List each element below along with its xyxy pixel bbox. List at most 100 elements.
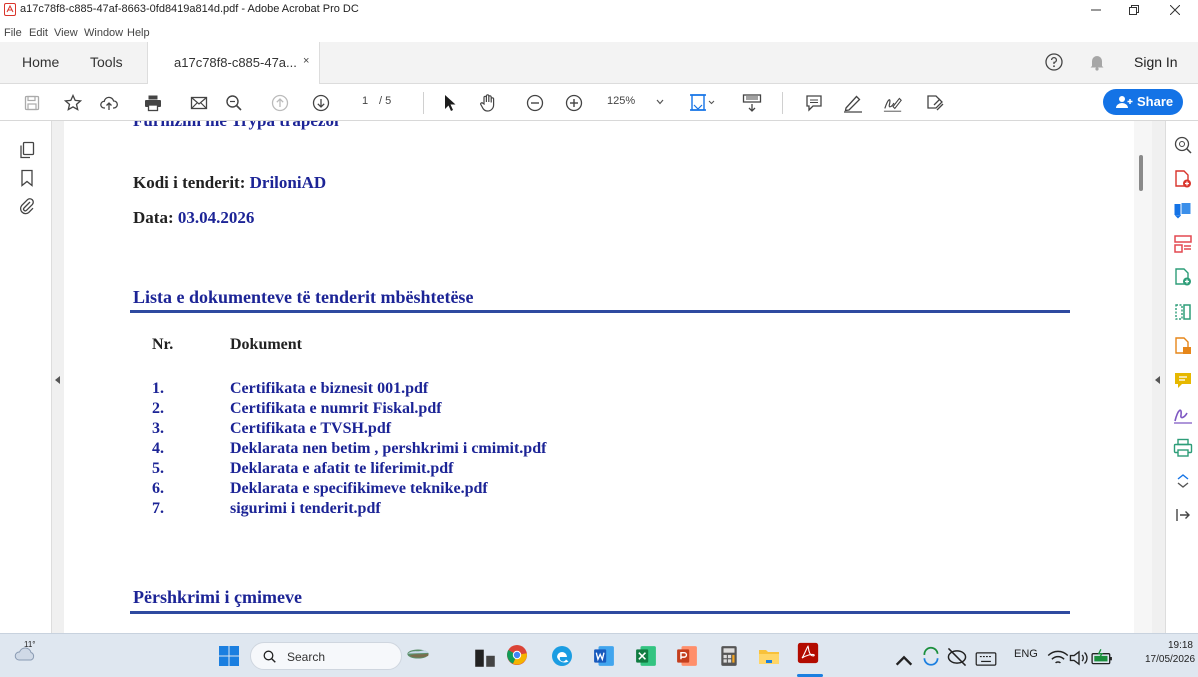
- upload-button[interactable]: [99, 93, 119, 113]
- create-pdf-icon[interactable]: [1173, 169, 1193, 189]
- section-rule: [130, 611, 1070, 614]
- share-button-label: Share: [1137, 94, 1174, 109]
- comment-button[interactable]: [804, 93, 824, 113]
- excel-icon[interactable]: [635, 645, 657, 667]
- zoom-in-button[interactable]: [564, 93, 584, 113]
- title-bar: a17c78f8-c885-47af-8663-0fd8419a814d.pdf…: [0, 0, 1198, 20]
- menu-file[interactable]: File: [4, 27, 22, 39]
- acrobat-taskbar-icon[interactable]: [797, 642, 819, 664]
- item-filename: Certifikata e TVSH.pdf: [230, 420, 392, 437]
- send-for-signature-icon[interactable]: [1173, 336, 1193, 356]
- menu-window[interactable]: Window: [84, 27, 123, 39]
- menu-edit[interactable]: Edit: [29, 27, 48, 39]
- help-icon[interactable]: [1045, 53, 1063, 71]
- item-number: 7.: [152, 500, 164, 517]
- print-production-icon[interactable]: [1173, 438, 1193, 458]
- print-button[interactable]: [143, 93, 163, 113]
- volume-icon[interactable]: [1068, 647, 1090, 669]
- notification-bell-icon[interactable]: [1089, 54, 1105, 71]
- system-clock[interactable]: 19:18 17/05/2026: [1145, 639, 1195, 667]
- export-pdf-icon[interactable]: [1173, 201, 1193, 221]
- zoom-out-button[interactable]: [525, 93, 545, 113]
- calculator-icon[interactable]: [718, 645, 740, 667]
- document-viewport[interactable]: Furnizim me Trypa trapezoi Kodi i tender…: [64, 121, 1154, 633]
- tab-home[interactable]: Home: [22, 54, 59, 70]
- sign-in-link[interactable]: Sign In: [1134, 54, 1178, 70]
- arrow-down-circle-icon: [312, 94, 330, 112]
- bookmark-icon[interactable]: [18, 169, 36, 187]
- save-button[interactable]: [22, 93, 42, 113]
- page-number-input[interactable]: 1: [362, 95, 368, 107]
- taskbar-search[interactable]: Search: [250, 642, 402, 670]
- window-title: a17c78f8-c885-47af-8663-0fd8419a814d.pdf…: [20, 3, 359, 15]
- tab-tools[interactable]: Tools: [90, 54, 123, 70]
- file-explorer-icon[interactable]: [758, 645, 780, 667]
- edge-icon[interactable]: [551, 645, 573, 667]
- focus-assist-icon[interactable]: [946, 646, 968, 668]
- pen-icon: [844, 95, 862, 113]
- email-button[interactable]: [189, 93, 209, 113]
- menu-view[interactable]: View: [54, 27, 78, 39]
- keyboard-icon[interactable]: [975, 648, 997, 670]
- wifi-icon[interactable]: [1047, 647, 1069, 669]
- hand-tool-button[interactable]: [478, 93, 498, 113]
- column-header-nr: Nr.: [152, 336, 174, 353]
- windows-start-icon[interactable]: [218, 645, 240, 667]
- close-window-button[interactable]: [1155, 0, 1195, 20]
- acrobat-app-icon: [4, 3, 16, 16]
- caret-left-icon: [55, 376, 60, 384]
- fill-sign-button[interactable]: [883, 93, 903, 113]
- select-tool-button[interactable]: [440, 93, 460, 113]
- toolbar-divider: [423, 92, 424, 114]
- vertical-scrollbar[interactable]: [1134, 121, 1152, 633]
- scroll-mode-button[interactable]: [742, 93, 762, 113]
- scrolling-mode-icon: [742, 94, 762, 112]
- zoom-level-select[interactable]: 125%: [607, 95, 635, 107]
- weather-widget[interactable]: 11°: [14, 640, 44, 670]
- scrollbar-thumb[interactable]: [1139, 155, 1143, 191]
- landscape-widget-icon[interactable]: [407, 643, 429, 665]
- chevron-down-icon[interactable]: [656, 99, 664, 105]
- highlight-button[interactable]: [843, 93, 863, 113]
- attachment-paperclip-icon[interactable]: [18, 197, 36, 215]
- share-button[interactable]: Share: [1103, 89, 1183, 115]
- tab-document[interactable]: a17c78f8-c885-47a... ×: [147, 42, 320, 84]
- search-zoom-icon[interactable]: [1173, 135, 1193, 155]
- right-panel-toggle[interactable]: [1152, 121, 1165, 633]
- add-user-icon: [1116, 96, 1133, 108]
- comment-icon: [806, 95, 822, 112]
- left-navigation-rail: [0, 121, 52, 633]
- combine-files-icon[interactable]: [1173, 267, 1193, 287]
- powerpoint-icon[interactable]: [676, 645, 698, 667]
- restore-button[interactable]: [1114, 0, 1154, 20]
- edit-pdf-icon[interactable]: [1173, 234, 1193, 254]
- task-view-icon[interactable]: [474, 646, 496, 668]
- page-fit-button[interactable]: [688, 93, 716, 113]
- minimize-button[interactable]: [1076, 0, 1116, 20]
- cloud-sync-icon[interactable]: [920, 645, 942, 667]
- item-number: 2.: [152, 400, 164, 417]
- next-page-button[interactable]: [311, 93, 331, 113]
- more-tools-button[interactable]: [925, 93, 945, 113]
- language-indicator[interactable]: ENG: [1014, 648, 1038, 660]
- word-icon[interactable]: [593, 645, 615, 667]
- collapse-pane-icon[interactable]: [1173, 505, 1193, 525]
- find-button[interactable]: [224, 93, 244, 113]
- comment-tool-icon[interactable]: [1173, 370, 1193, 390]
- tag-edit-icon: [927, 95, 944, 111]
- close-tab-button[interactable]: ×: [303, 55, 309, 67]
- menu-help[interactable]: Help: [127, 27, 150, 39]
- expand-tools-icon[interactable]: [1173, 471, 1193, 491]
- weather-temperature: 11°: [24, 640, 36, 649]
- cloud-upload-icon: [100, 96, 118, 110]
- battery-icon[interactable]: [1091, 646, 1113, 668]
- page-thumbnails-icon[interactable]: [18, 141, 36, 159]
- bookmark-star-button[interactable]: [63, 93, 83, 113]
- search-icon: [263, 650, 276, 663]
- left-panel-toggle[interactable]: [52, 121, 64, 633]
- fill-and-sign-icon[interactable]: [1173, 404, 1193, 424]
- chevron-up-icon[interactable]: [893, 650, 915, 672]
- previous-page-button[interactable]: [270, 93, 290, 113]
- organize-pages-icon[interactable]: [1173, 302, 1193, 322]
- chrome-icon[interactable]: [506, 644, 528, 666]
